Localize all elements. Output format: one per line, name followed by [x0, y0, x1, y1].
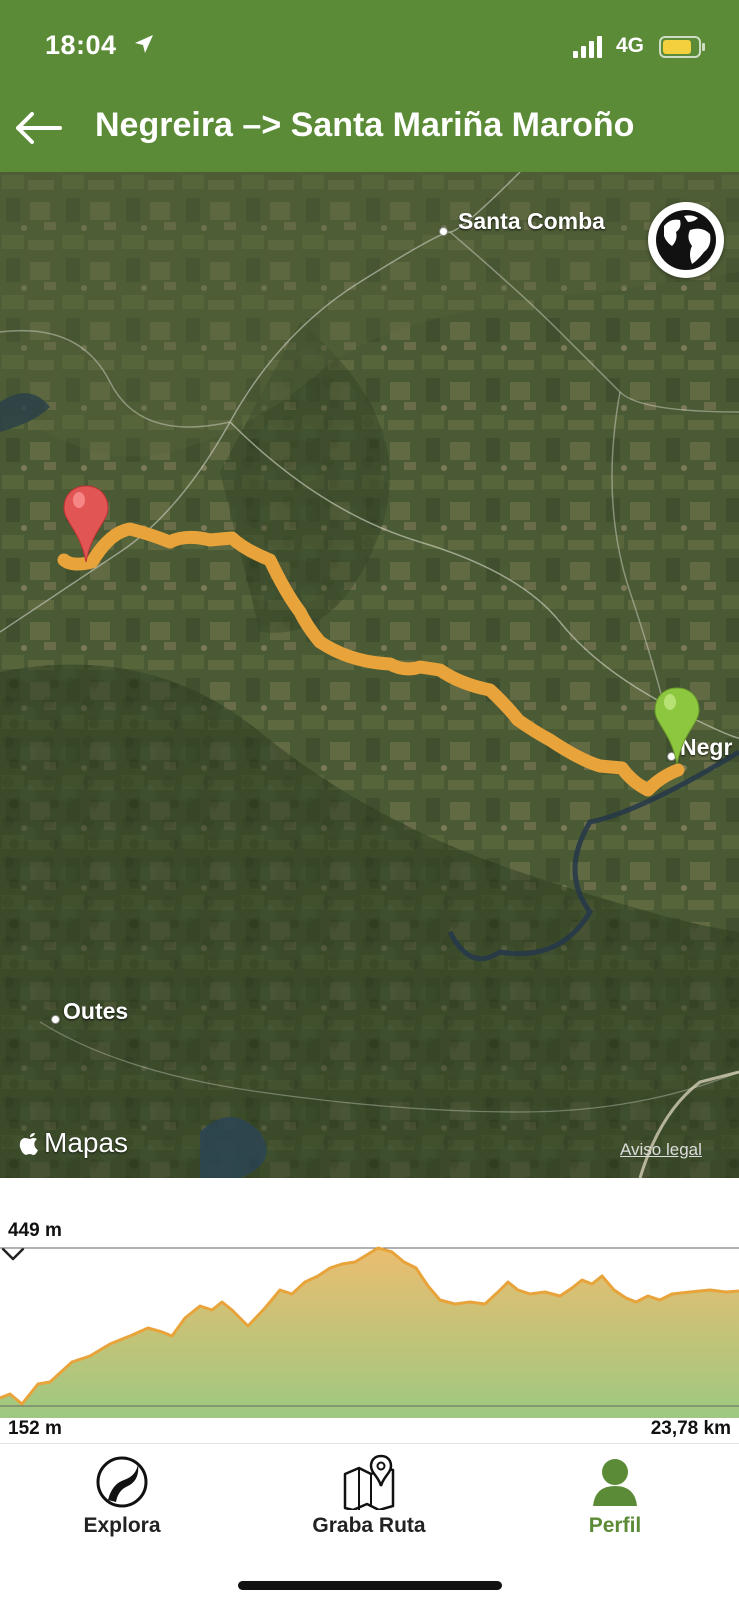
map-type-globe-button[interactable]	[648, 202, 724, 278]
network-type: 4G	[616, 34, 645, 57]
elevation-min-label: 152 m	[8, 1418, 62, 1439]
page-title: Negreira –> Santa Mariña Maroño	[95, 106, 635, 144]
place-label-santa-comba: Santa Comba	[458, 208, 605, 234]
satellite-map	[0, 172, 739, 1178]
place-dot	[51, 1015, 60, 1024]
explora-swirl-icon	[96, 1456, 148, 1508]
back-arrow-icon[interactable]	[12, 108, 64, 148]
app-header: 18:04 4G Negreira –> Santa Mariña Maroño	[0, 0, 739, 172]
status-time: 18:04	[45, 30, 117, 60]
tab-label: Graba Ruta	[312, 1514, 426, 1537]
route-map[interactable]: Santa Comba Negr Outes Mapas Aviso legal	[0, 172, 739, 1178]
profile-user-icon	[593, 1459, 637, 1506]
battery-icon	[659, 36, 705, 58]
location-arrow-icon	[135, 35, 153, 53]
tab-label: Perfil	[588, 1514, 642, 1537]
elevation-chart	[0, 1246, 739, 1418]
tab-perfil[interactable]: Perfil	[525, 1454, 705, 1544]
map-pin-icon	[343, 1454, 395, 1510]
elevation-profile-area	[0, 1248, 739, 1418]
signal-icon	[573, 36, 602, 58]
globe-icon	[652, 206, 720, 274]
end-pin-icon[interactable]	[62, 484, 110, 564]
tab-label: Explora	[83, 1514, 161, 1537]
elevation-max-label: 449 m	[8, 1220, 62, 1241]
maps-brand-label: Mapas	[44, 1127, 129, 1158]
maps-attribution: Mapas	[18, 1127, 128, 1159]
home-indicator[interactable]	[238, 1581, 502, 1590]
legal-notice-link[interactable]: Aviso legal	[620, 1140, 702, 1160]
place-dot	[439, 227, 448, 236]
place-label-outes: Outes	[63, 998, 129, 1024]
bottom-tab-bar: Explora Graba Ruta Perfil	[0, 1443, 739, 1600]
route-distance-label: 23,78 km	[650, 1418, 731, 1439]
start-pin-icon[interactable]	[653, 686, 701, 766]
apple-logo-icon	[19, 1133, 38, 1155]
tab-graba-ruta[interactable]: Graba Ruta	[279, 1454, 459, 1544]
elevation-panel: 449 m 152 m 23,78 km	[0, 1178, 739, 1443]
tab-explora[interactable]: Explora	[32, 1454, 212, 1544]
